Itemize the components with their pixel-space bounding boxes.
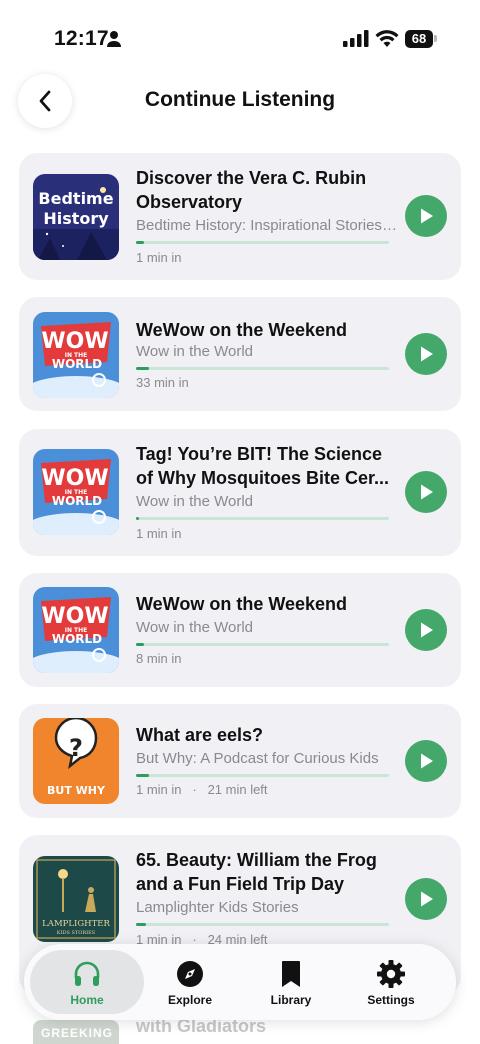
play-icon — [421, 622, 433, 638]
artwork-text-line: WOW — [41, 466, 108, 491]
episode-show: Wow in the World — [136, 343, 253, 360]
tab-label: Explore — [167, 993, 212, 1007]
episode-show: Wow in the World — [136, 493, 253, 510]
tab-label: Settings — [367, 993, 415, 1007]
elapsed-time: 8 min in — [136, 651, 182, 666]
progress-bar — [136, 774, 389, 777]
tab-label: Library — [270, 993, 312, 1007]
artwork-text-line: History — [43, 209, 109, 228]
tab-home[interactable]: Home — [30, 950, 144, 1014]
status-time: 12:17 — [54, 27, 109, 50]
battery-cap — [434, 35, 437, 42]
wifi-icon — [375, 30, 399, 47]
episode-title: 65. Beauty: William the Frog and a Fun F… — [136, 850, 377, 894]
play-icon — [421, 484, 433, 500]
play-icon — [421, 891, 433, 907]
tab-library[interactable]: Library — [238, 950, 344, 1014]
peek-artwork-text: GREEKING — [41, 1026, 114, 1040]
play-button[interactable] — [405, 609, 447, 651]
episode-meta: 8 min in — [136, 651, 182, 667]
episode-meta: 33 min in — [136, 375, 189, 391]
status-bar: 12:17 68 — [0, 0, 480, 64]
episode-card[interactable]: ? BUT WHY What are eels? But Why: A Podc… — [19, 704, 461, 818]
episode-meta: 1 min in — [136, 250, 182, 266]
tab-explore[interactable]: Explore — [137, 950, 243, 1014]
elapsed-time: 33 min in — [136, 375, 189, 390]
person-icon — [107, 31, 121, 47]
gear-icon — [377, 960, 405, 988]
progress-bar — [136, 367, 389, 370]
artwork-text-line: Bedtime — [38, 189, 113, 208]
episode-title: What are eels? — [136, 725, 264, 745]
svg-text:?: ? — [69, 734, 83, 762]
headphones-icon — [74, 961, 100, 986]
episode-card[interactable]: WOW IN THE WORLD WeWow on the Weekend Wo… — [19, 573, 461, 687]
play-button[interactable] — [405, 195, 447, 237]
remaining-time: 21 min left — [207, 782, 268, 797]
play-button[interactable] — [405, 333, 447, 375]
cellular-signal-icon — [343, 30, 369, 47]
wow-in-the-world-artwork: WOW IN THE WORLD — [33, 587, 119, 673]
episode-title: WeWow on the Weekend — [136, 320, 348, 340]
episode-meta: 1 min in — [136, 526, 182, 542]
progress-bar — [136, 241, 389, 244]
episode-card[interactable]: WOW IN THE WORLD WeWow on the Weekend Wo… — [19, 297, 461, 411]
artwork-text-line: KIDS STORIES — [57, 930, 96, 936]
play-icon — [421, 753, 433, 769]
progress-bar — [136, 517, 389, 520]
episode-title: WeWow on the Weekend — [136, 594, 348, 614]
greeking-artwork: GREEKING — [33, 1020, 119, 1044]
wow-in-the-world-artwork: WOW IN THE WORLD — [33, 312, 119, 398]
episode-card[interactable]: WOW IN THE WORLD Tag! You’re BIT! The Sc… — [19, 429, 461, 556]
page-title: Continue Listening — [144, 88, 336, 111]
play-button[interactable] — [405, 471, 447, 513]
progress-fill — [136, 774, 149, 777]
play-icon — [421, 208, 433, 224]
tab-bar: Home Explore Library Settings — [24, 944, 456, 1020]
episode-meta: 1 min in · 21 min left — [136, 782, 268, 798]
episode-show: Lamplighter Kids Stories — [136, 899, 299, 916]
elapsed-time: 1 min in — [136, 526, 182, 541]
progress-fill — [136, 643, 144, 646]
progress-fill — [136, 923, 147, 926]
episode-title: Tag! You’re BIT! The Science of Why Mosq… — [136, 444, 390, 488]
progress-fill — [136, 241, 144, 244]
artwork-text-line: BUT WHY — [47, 784, 106, 797]
episode-show: But Why: A Podcast for Curious Kids — [136, 750, 379, 767]
lamplighter-artwork: LAMPLIGHTER KIDS STORIES — [33, 856, 119, 942]
tab-settings[interactable]: Settings — [338, 950, 444, 1014]
episode-show: Wow in the World — [136, 619, 253, 636]
artwork-text-line: WOW — [41, 604, 108, 629]
episode-card[interactable]: Bedtime History Discover the Vera C. Rub… — [19, 153, 461, 280]
artwork-text-line: WOW — [41, 329, 108, 354]
artwork-text-line: LAMPLIGHTER — [42, 919, 110, 929]
but-why-artwork: ? BUT WHY — [33, 718, 119, 804]
progress-fill — [136, 517, 139, 520]
play-button[interactable] — [405, 740, 447, 782]
play-button[interactable] — [405, 878, 447, 920]
artwork-text-line: WORLD — [52, 632, 102, 646]
compass-icon — [177, 961, 203, 987]
elapsed-time: 1 min in — [136, 250, 182, 265]
episode-title: Discover the Vera C. Rubin Observatory — [136, 168, 367, 212]
artwork-text-line: WORLD — [52, 357, 102, 371]
play-icon — [421, 346, 433, 362]
elapsed-time: 1 min in — [136, 782, 182, 797]
progress-bar — [136, 643, 389, 646]
progress-fill — [136, 367, 149, 370]
wow-in-the-world-artwork: WOW IN THE WORLD — [33, 449, 119, 535]
progress-bar — [136, 923, 389, 926]
episode-show: Bedtime History: Inspirational Stories f… — [136, 217, 398, 234]
battery-level: 68 — [405, 30, 433, 48]
bookmark-icon — [282, 961, 300, 987]
meta-separator: · — [185, 782, 204, 797]
artwork-text-line: WORLD — [52, 494, 102, 508]
bedtime-history-artwork: Bedtime History — [33, 174, 119, 260]
tab-label: Home — [70, 993, 104, 1007]
